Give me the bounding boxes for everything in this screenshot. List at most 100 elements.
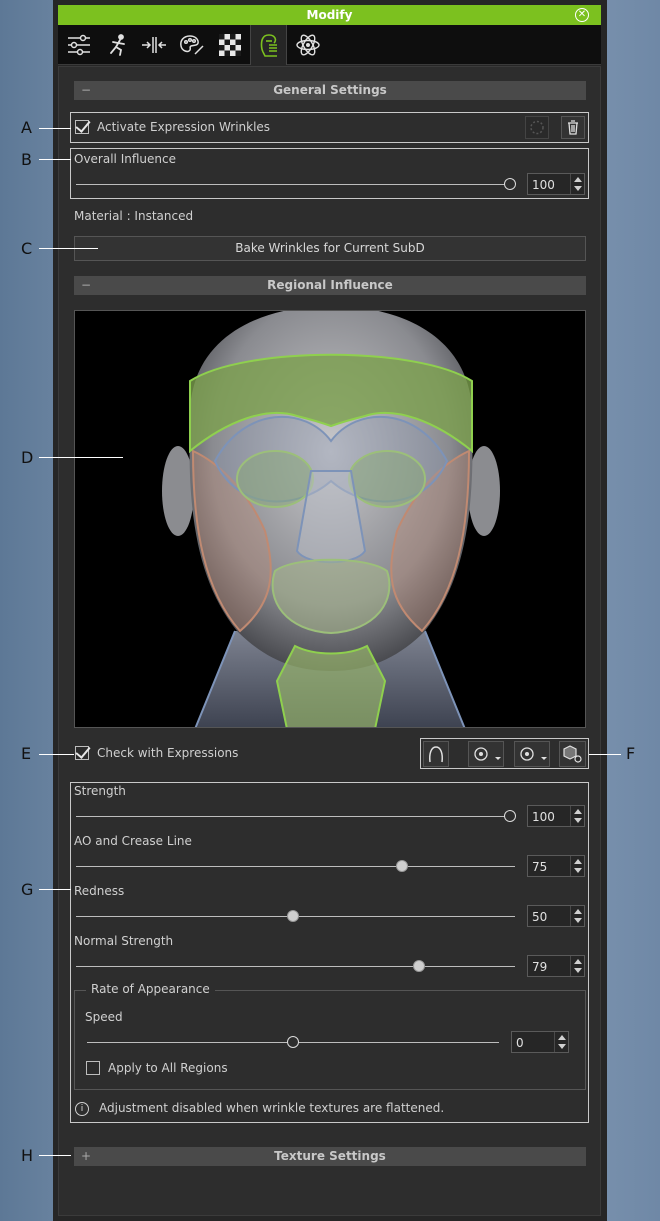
slider-label: Redness [74,884,125,898]
overall-influence-value: 100 [532,178,555,192]
slider-track[interactable] [76,816,510,817]
refresh-icon [530,120,544,135]
activate-wrinkles-checkbox[interactable] [75,120,89,134]
cube-gear-icon [562,745,582,763]
speed-knob[interactable] [287,1036,299,1048]
callout-line [39,248,98,249]
overall-influence-knob[interactable] [504,178,516,190]
callout-g: G [21,880,34,899]
callout-h: H [21,1146,34,1165]
checker-icon [218,34,241,56]
tab-morph[interactable] [135,25,172,65]
general-settings-header[interactable]: − General Settings [74,81,586,100]
morph-icon [141,37,166,53]
face-region-viewer[interactable] [74,310,586,728]
check-expressions-checkbox[interactable] [75,746,89,760]
tab-checker[interactable] [211,25,248,65]
collapse-icon: − [81,83,92,97]
regional-influence-header[interactable]: − Regional Influence [74,276,586,295]
spin-down-icon[interactable] [558,1044,566,1049]
info-icon: i [75,1102,89,1116]
apply-all-regions-label: Apply to All Regions [108,1061,228,1075]
pose-icon [109,34,125,56]
callout-line [39,128,71,129]
slider-value: 75 [532,860,548,874]
spin-up-icon[interactable] [558,1035,566,1040]
slider-spinbox[interactable]: 50 [527,905,585,927]
bake-wrinkles-button[interactable]: Bake Wrinkles for Current SubD [74,236,586,261]
slider-track[interactable] [76,966,515,967]
slider-spinbox[interactable]: 100 [527,805,585,827]
collapse-icon: − [81,278,92,292]
overall-influence-track[interactable] [76,184,510,185]
slider-label: AO and Crease Line [74,834,192,848]
callout-line [39,159,71,160]
slider-spinbox[interactable]: 75 [527,855,585,877]
rate-of-appearance-title: Rate of Appearance [86,982,215,996]
wrinkle-face-icon [260,34,277,57]
face-model-icon [162,311,500,727]
tab-physics[interactable] [289,25,326,65]
trash-icon [568,120,578,135]
activate-wrinkles-label: Activate Expression Wrinkles [97,120,271,134]
info-text: Adjustment disabled when wrinkle texture… [99,1101,445,1115]
close-icon[interactable]: ✕ [575,8,589,22]
texture-settings-header[interactable]: + Texture Settings [74,1147,586,1166]
slider-label: Normal Strength [74,934,174,948]
spin-up-icon[interactable] [574,177,582,182]
check-expressions-label: Check with Expressions [97,746,239,760]
apply-all-regions-checkbox[interactable] [86,1061,100,1075]
overall-influence-spinbox[interactable]: 100 [527,173,585,195]
region-settings-button[interactable] [559,741,586,767]
callout-line [39,457,123,458]
tab-palette[interactable] [173,25,210,65]
callout-b: B [21,150,32,169]
rate-of-appearance-group [74,990,586,1090]
delete-button[interactable] [561,116,585,139]
slider-knob[interactable] [287,910,299,922]
spin-down-icon[interactable] [574,868,582,873]
view-mode-button[interactable] [468,741,504,767]
sliders-icon [67,34,90,56]
head-select-button[interactable] [423,741,449,767]
tab-sliders[interactable] [60,25,97,65]
slider-value: 100 [532,810,555,824]
tab-wrinkle[interactable] [250,25,287,65]
callout-line [39,1155,71,1156]
texture-settings-title: Texture Settings [274,1149,386,1163]
speed-spinbox[interactable]: 0 [511,1031,569,1053]
speed-value: 0 [516,1036,524,1050]
callout-line [39,889,71,890]
callout-a: A [21,118,32,137]
eye-gear-icon [474,747,501,761]
spin-down-icon[interactable] [574,968,582,973]
spin-down-icon[interactable] [574,818,582,823]
spin-down-icon[interactable] [574,918,582,923]
overall-influence-label: Overall Influence [74,152,176,166]
expand-icon: + [81,1149,92,1163]
spin-down-icon[interactable] [574,186,582,191]
display-mode-button[interactable] [514,741,550,767]
tab-pose[interactable] [98,25,135,65]
slider-label: Strength [74,784,126,798]
atom-icon [295,34,320,56]
callout-c: C [21,239,33,258]
callout-f: F [626,744,636,763]
callout-d: D [21,448,34,467]
spin-up-icon[interactable] [574,959,582,964]
spin-up-icon[interactable] [574,809,582,814]
slider-knob[interactable] [412,960,425,972]
regional-influence-title: Regional Influence [267,278,393,292]
callout-line [39,754,74,755]
spin-up-icon[interactable] [574,909,582,914]
head-outline-icon [429,746,443,763]
slider-track[interactable] [76,866,515,867]
slider-knob[interactable] [504,810,516,822]
callout-e: E [21,744,32,763]
material-label: Material : Instanced [74,209,194,223]
slider-spinbox[interactable]: 79 [527,955,585,977]
spin-up-icon[interactable] [574,859,582,864]
refresh-button[interactable] [525,116,549,139]
slider-knob[interactable] [395,860,408,872]
eye-gear-icon [520,747,547,761]
